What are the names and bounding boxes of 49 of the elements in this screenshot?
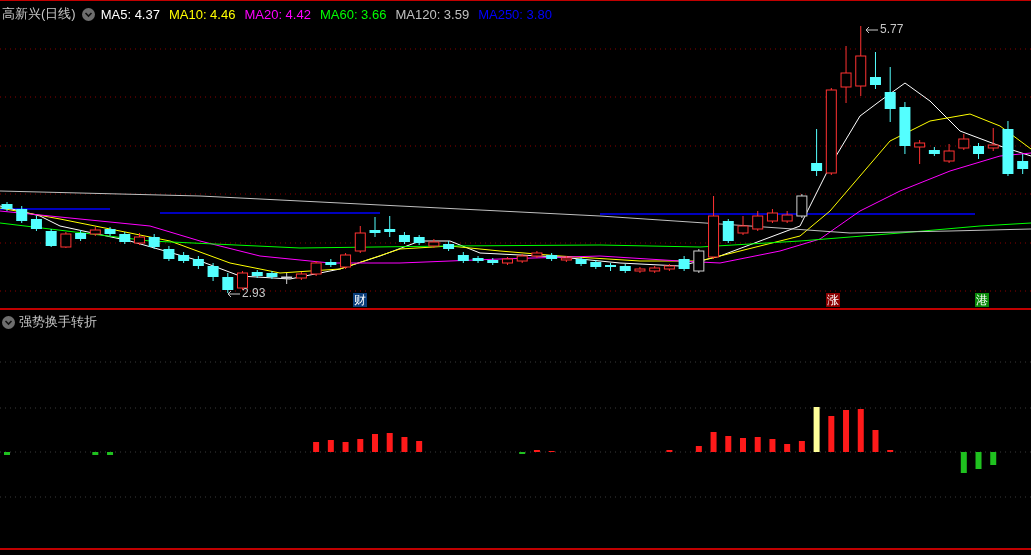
- indicator-bar: [533, 450, 540, 452]
- moving-average-legend: MA5: 4.37: [100, 6, 160, 22]
- moving-average-legend: MA120: 3.59: [395, 6, 470, 22]
- indicator-bar: [327, 440, 334, 452]
- indicator-bar: [740, 438, 746, 452]
- chart-title: 高新兴(日线): [2, 5, 76, 23]
- indicator-bar: [857, 409, 864, 452]
- indicator-bar: [313, 442, 320, 452]
- indicator-bar: [695, 446, 702, 452]
- indicator-bar: [887, 450, 894, 452]
- indicator-bar: [843, 410, 850, 452]
- chevron-down-icon[interactable]: [81, 7, 95, 21]
- indicator-bar: [342, 442, 349, 452]
- event-badge[interactable]: 财: [353, 293, 367, 307]
- indicator-bar: [519, 452, 526, 454]
- indicator-bar: [813, 407, 820, 452]
- arrow-icon: [228, 290, 240, 298]
- indicator-bar: [666, 450, 673, 452]
- low-price-label: 2.93: [242, 286, 266, 300]
- high-price-label: 5.77: [880, 22, 904, 36]
- moving-average-legend: MA20: 4.42: [244, 6, 311, 22]
- moving-average-legend: MA250: 3.80: [478, 6, 552, 22]
- event-badge[interactable]: 港: [975, 293, 989, 307]
- chevron-down-icon[interactable]: [2, 315, 15, 329]
- indicator-bar: [416, 441, 423, 452]
- indicator-bar: [769, 439, 776, 452]
- moving-average-legend: MA60: 3.66: [319, 6, 387, 22]
- indicator-bar: [798, 441, 805, 452]
- indicator-bar: [975, 452, 982, 469]
- indicator-bar: [386, 433, 393, 452]
- indicator-bar: [828, 416, 835, 452]
- indicator-bar: [754, 437, 761, 452]
- indicator-bar: [107, 452, 114, 455]
- indicator-bar: [872, 430, 879, 452]
- indicator-bar: [725, 436, 732, 452]
- indicator-bar: [372, 434, 378, 452]
- indicator-bar: [357, 439, 364, 452]
- indicator-title: 强势换手转折: [19, 313, 97, 331]
- indicator-bar: [784, 444, 791, 452]
- moving-average-legend: MA10: 4.46: [168, 6, 236, 22]
- indicator-bar: [401, 437, 408, 452]
- indicator-bar: [960, 452, 967, 473]
- indicator-bar: [548, 451, 555, 452]
- indicator-bar: [4, 452, 10, 455]
- event-badge[interactable]: 涨: [826, 293, 840, 307]
- indicator-bar: [92, 452, 99, 455]
- arrow-icon: [866, 26, 878, 34]
- indicator-bar: [710, 432, 717, 452]
- indicator-bar: [990, 452, 997, 465]
